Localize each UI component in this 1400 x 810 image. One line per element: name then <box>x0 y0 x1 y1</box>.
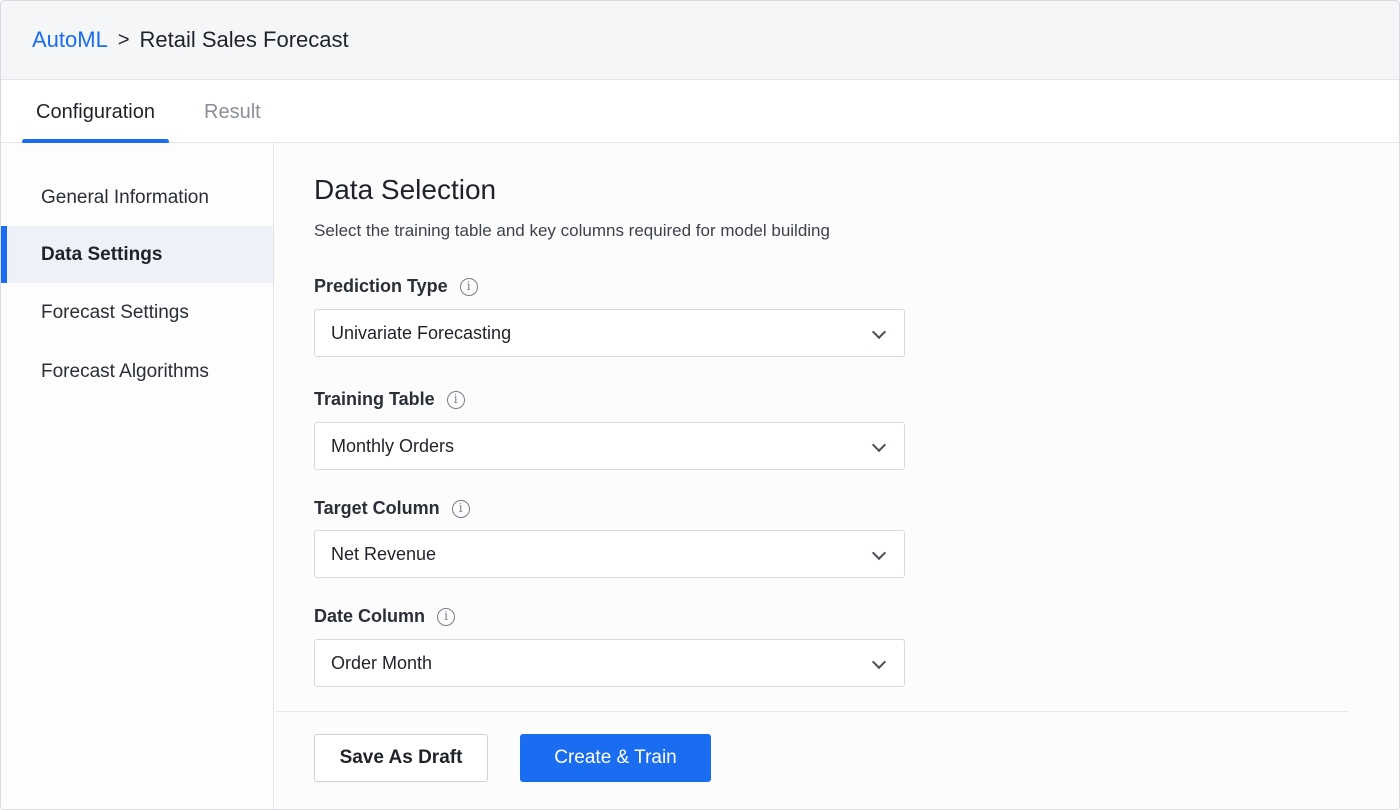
prediction-type-label: Prediction Type i <box>314 276 478 297</box>
training-table-value: Monthly Orders <box>331 436 455 456</box>
date-column-label: Date Column i <box>314 606 456 627</box>
tab-configuration[interactable]: Configuration <box>22 80 169 144</box>
sidebar-item-forecast-algorithms[interactable]: Forecast Algorithms <box>1 343 273 400</box>
info-icon[interactable]: i <box>459 277 478 296</box>
target-column-label-text: Target Column <box>314 498 440 518</box>
sidebar-item-general-information[interactable]: General Information <box>1 169 273 226</box>
info-icon[interactable]: i <box>437 607 456 626</box>
footer-divider <box>275 711 1349 712</box>
date-column-value: Order Month <box>331 653 433 673</box>
chevron-down-icon <box>871 437 887 453</box>
app-window: AutoML > Retail Sales Forecast Configura… <box>0 0 1400 810</box>
breadcrumb: AutoML > Retail Sales Forecast <box>1 1 1399 80</box>
target-column-label: Target Column i <box>314 498 470 519</box>
save-as-draft-button[interactable]: Save As Draft <box>314 734 488 782</box>
tab-bar: Configuration Result <box>1 80 1399 144</box>
training-table-label-text: Training Table <box>314 389 435 409</box>
prediction-type-value: Univariate Forecasting <box>331 323 512 343</box>
info-icon[interactable]: i <box>451 499 470 518</box>
breadcrumb-separator: > <box>117 28 130 51</box>
training-table-select[interactable]: Monthly Orders <box>314 422 905 470</box>
tab-result[interactable]: Result <box>204 80 261 143</box>
date-column-select[interactable]: Order Month <box>314 639 905 687</box>
date-column-label-text: Date Column <box>314 606 426 626</box>
section-title: Data Selection <box>314 174 497 205</box>
prediction-type-select[interactable]: Univariate Forecasting <box>314 309 905 357</box>
sidebar: General Information Data Settings Foreca… <box>1 143 274 809</box>
training-table-label: Training Table i <box>314 389 465 410</box>
target-column-select[interactable]: Net Revenue <box>314 530 905 578</box>
target-column-value: Net Revenue <box>331 544 437 564</box>
sidebar-item-forecast-settings[interactable]: Forecast Settings <box>1 284 273 341</box>
page-title: Retail Sales Forecast <box>139 27 349 52</box>
chevron-down-icon <box>871 324 887 340</box>
main-panel: Data Selection Select the training table… <box>275 143 1399 809</box>
prediction-type-label-text: Prediction Type <box>314 276 448 296</box>
create-and-train-button[interactable]: Create & Train <box>520 734 711 782</box>
breadcrumb-automl-link[interactable]: AutoML <box>32 27 108 53</box>
chevron-down-icon <box>871 545 887 561</box>
chevron-down-icon <box>871 654 887 670</box>
section-subtitle: Select the training table and key column… <box>314 221 830 240</box>
info-icon[interactable]: i <box>446 390 465 409</box>
sidebar-item-data-settings[interactable]: Data Settings <box>1 226 273 283</box>
